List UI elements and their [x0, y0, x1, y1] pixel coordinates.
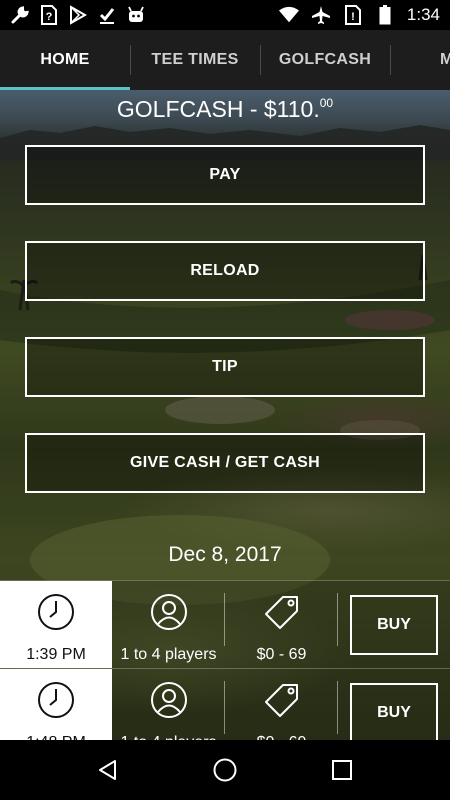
- reload-button[interactable]: RELOAD: [25, 241, 425, 301]
- price-tag-icon: [262, 593, 302, 636]
- price-tag-icon: [262, 681, 302, 724]
- tab-home[interactable]: HOME: [0, 30, 130, 90]
- wifi-icon: [278, 5, 299, 25]
- tee-time-date: Dec 8, 2017: [168, 543, 282, 566]
- airplane-icon: [311, 5, 331, 25]
- pay-button[interactable]: PAY: [25, 145, 425, 205]
- price-label: $0 - 69: [256, 646, 307, 663]
- status-time: 1:34: [406, 5, 440, 24]
- question-sim-icon: ?: [39, 5, 59, 25]
- person-icon: [150, 593, 188, 636]
- golfcash-balance: GOLFCASH - $110.00: [0, 96, 450, 123]
- buy-button[interactable]: BUY: [350, 594, 438, 655]
- tab-more[interactable]: M: [390, 30, 450, 90]
- navigation-bar: [0, 740, 450, 800]
- tee-time-label: 1:39 PM: [26, 646, 86, 663]
- balance-label: GOLFCASH - $110.: [116, 96, 320, 122]
- download-check-icon: [97, 5, 117, 25]
- tip-button[interactable]: TIP: [25, 337, 425, 397]
- tee-time-cell: 1:39 PM: [0, 581, 112, 668]
- tab-golfcash[interactable]: GOLFCASH: [260, 30, 390, 90]
- give-get-cash-button[interactable]: GIVE CASH / GET CASH: [25, 433, 425, 493]
- play-store-icon: [68, 5, 88, 25]
- price-cell: $0 - 69: [225, 581, 338, 668]
- balance-cents: 00: [319, 96, 334, 110]
- svg-text:?: ?: [46, 11, 53, 23]
- players-cell: 1 to 4 players: [112, 581, 225, 668]
- clock-icon: [37, 593, 75, 636]
- wrench-icon: [10, 5, 30, 25]
- recents-icon[interactable]: [322, 750, 362, 790]
- buy-button[interactable]: BUY: [350, 682, 438, 743]
- no-sim-icon: !: [343, 5, 363, 25]
- svg-text:!: !: [351, 11, 355, 23]
- status-bar: ? ! 1:34: [0, 0, 450, 30]
- battery-icon: [375, 5, 395, 25]
- person-icon: [150, 681, 188, 724]
- tee-time-row: 1:39 PM 1 to 4 players $0 - 69 BUY: [0, 580, 450, 668]
- tab-tee-times[interactable]: TEE TIMES: [130, 30, 260, 90]
- android-icon: [126, 5, 146, 25]
- back-icon[interactable]: [88, 750, 128, 790]
- clock-icon: [37, 681, 75, 724]
- players-label: 1 to 4 players: [120, 646, 217, 663]
- tab-bar: HOME TEE TIMES GOLFCASH M: [0, 30, 450, 90]
- home-icon[interactable]: [205, 750, 245, 790]
